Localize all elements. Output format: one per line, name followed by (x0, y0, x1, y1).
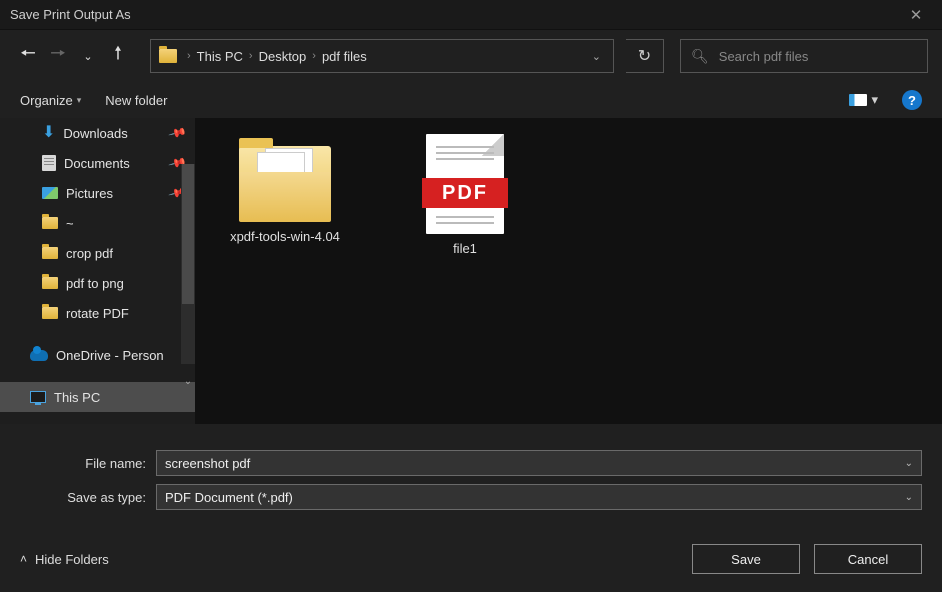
save-button-label: Save (731, 552, 761, 567)
file-item-pdf[interactable]: PDF file1 (395, 134, 535, 258)
filename-field[interactable]: ⌄ (156, 450, 922, 476)
new-folder-label: New folder (105, 93, 167, 108)
pdf-file-icon: PDF (426, 134, 504, 234)
folder-icon (42, 277, 58, 289)
sidebar-item-downloads[interactable]: ⬇ Downloads 📌 (0, 118, 195, 148)
sidebar-item-folder[interactable]: crop pdf (0, 238, 195, 268)
window-title: Save Print Output As (10, 7, 898, 22)
file-item-label: file1 (395, 240, 535, 258)
sidebar-item-label: ~ (66, 216, 74, 231)
sidebar-item-onedrive[interactable]: OneDrive - Person (0, 340, 195, 370)
breadcrumb-desktop[interactable]: Desktop (255, 49, 311, 64)
savetype-value: PDF Document (*.pdf) (165, 490, 901, 505)
close-button[interactable]: ✕ (898, 6, 934, 24)
folder-icon (159, 49, 177, 63)
chevron-right-icon: › (185, 50, 193, 62)
sidebar-item-label: This PC (54, 390, 100, 405)
hide-folders-label: Hide Folders (35, 552, 109, 567)
save-button[interactable]: Save (692, 544, 800, 574)
file-list[interactable]: xpdf-tools-win-4.04 PDF file1 (195, 118, 942, 424)
search-box[interactable]: 🔍︎ (680, 39, 928, 73)
toolbar: Organize ▾ New folder ▾ ? (0, 82, 942, 118)
organize-label: Organize (20, 93, 73, 108)
sidebar-item-folder[interactable]: ~ (0, 208, 195, 238)
title-bar: Save Print Output As ✕ (0, 0, 942, 30)
pdf-badge: PDF (422, 178, 508, 208)
sidebar-item-label: Pictures (66, 186, 113, 201)
this-pc-icon (30, 391, 46, 403)
search-input[interactable] (719, 49, 917, 64)
chevron-down-icon: ▾ (77, 95, 82, 106)
forward-button[interactable]: 🠖 (44, 42, 72, 70)
main-area: ⬇ Downloads 📌 Documents 📌 Pictures 📌 ~ c… (0, 118, 942, 424)
chevron-right-icon: › (310, 50, 318, 62)
scrollbar-thumb[interactable] (182, 164, 194, 304)
sidebar-item-pictures[interactable]: Pictures 📌 (0, 178, 195, 208)
breadcrumb-current[interactable]: pdf files (318, 49, 371, 64)
thumbnails-icon (849, 94, 867, 106)
sidebar-item-documents[interactable]: Documents 📌 (0, 148, 195, 178)
sidebar-item-label: rotate PDF (66, 306, 129, 321)
pictures-icon (42, 187, 58, 199)
sidebar-item-label: crop pdf (66, 246, 113, 261)
folder-icon (42, 307, 58, 319)
chevron-right-icon: › (247, 50, 255, 62)
file-item-folder[interactable]: xpdf-tools-win-4.04 (215, 134, 355, 246)
filename-label: File name: (20, 456, 156, 471)
view-options-button[interactable]: ▾ (849, 92, 878, 108)
refresh-button[interactable]: ↻ (626, 39, 664, 73)
address-history-dropdown[interactable]: ⌄ (584, 50, 609, 63)
chevron-down-icon: ▾ (871, 92, 878, 108)
sidebar-item-label: OneDrive - Person (56, 348, 164, 363)
sidebar-item-label: Documents (64, 156, 130, 171)
download-icon: ⬇ (42, 125, 55, 141)
breadcrumb-this-pc[interactable]: This PC (193, 49, 247, 64)
search-icon: 🔍︎ (691, 48, 709, 65)
chevron-up-icon: ˄ (20, 552, 27, 566)
sidebar-item-folder[interactable]: pdf to png (0, 268, 195, 298)
save-form: File name: ⌄ Save as type: PDF Document … (0, 424, 942, 510)
sidebar-scrollbar[interactable]: ⌄ (181, 164, 195, 364)
help-button[interactable]: ? (902, 90, 922, 110)
pin-icon: 📌 (168, 123, 188, 143)
folder-icon (239, 146, 331, 222)
scroll-down-icon[interactable]: ⌄ (181, 376, 195, 394)
document-icon (42, 155, 56, 171)
address-bar[interactable]: › This PC › Desktop › pdf files ⌄ (150, 39, 614, 73)
chevron-down-icon[interactable]: ⌄ (901, 492, 917, 503)
onedrive-icon (30, 350, 48, 361)
action-bar: ˄ Hide Folders Save Cancel (0, 518, 942, 574)
filename-input[interactable] (165, 456, 901, 471)
savetype-label: Save as type: (20, 490, 156, 505)
back-button[interactable]: 🠔 (14, 42, 42, 70)
cancel-button[interactable]: Cancel (814, 544, 922, 574)
cancel-button-label: Cancel (848, 552, 888, 567)
recent-locations-dropdown[interactable]: ⌄ (74, 42, 102, 70)
sidebar-item-folder[interactable]: rotate PDF (0, 298, 195, 328)
hide-folders-toggle[interactable]: ˄ Hide Folders (20, 552, 109, 567)
organize-menu[interactable]: Organize ▾ (20, 93, 81, 108)
sidebar-item-label: Downloads (63, 126, 127, 141)
navigation-pane: ⬇ Downloads 📌 Documents 📌 Pictures 📌 ~ c… (0, 118, 195, 424)
sidebar-item-this-pc[interactable]: This PC (0, 382, 195, 412)
folder-icon (42, 247, 58, 259)
file-item-label: xpdf-tools-win-4.04 (215, 228, 355, 246)
savetype-field[interactable]: PDF Document (*.pdf) ⌄ (156, 484, 922, 510)
chevron-down-icon[interactable]: ⌄ (901, 458, 917, 469)
new-folder-button[interactable]: New folder (105, 93, 167, 108)
up-button[interactable]: 🠕 (104, 42, 132, 70)
folder-icon (42, 217, 58, 229)
navigation-bar: 🠔 🠖 ⌄ 🠕 › This PC › Desktop › pdf files … (0, 30, 942, 82)
sidebar-item-label: pdf to png (66, 276, 124, 291)
